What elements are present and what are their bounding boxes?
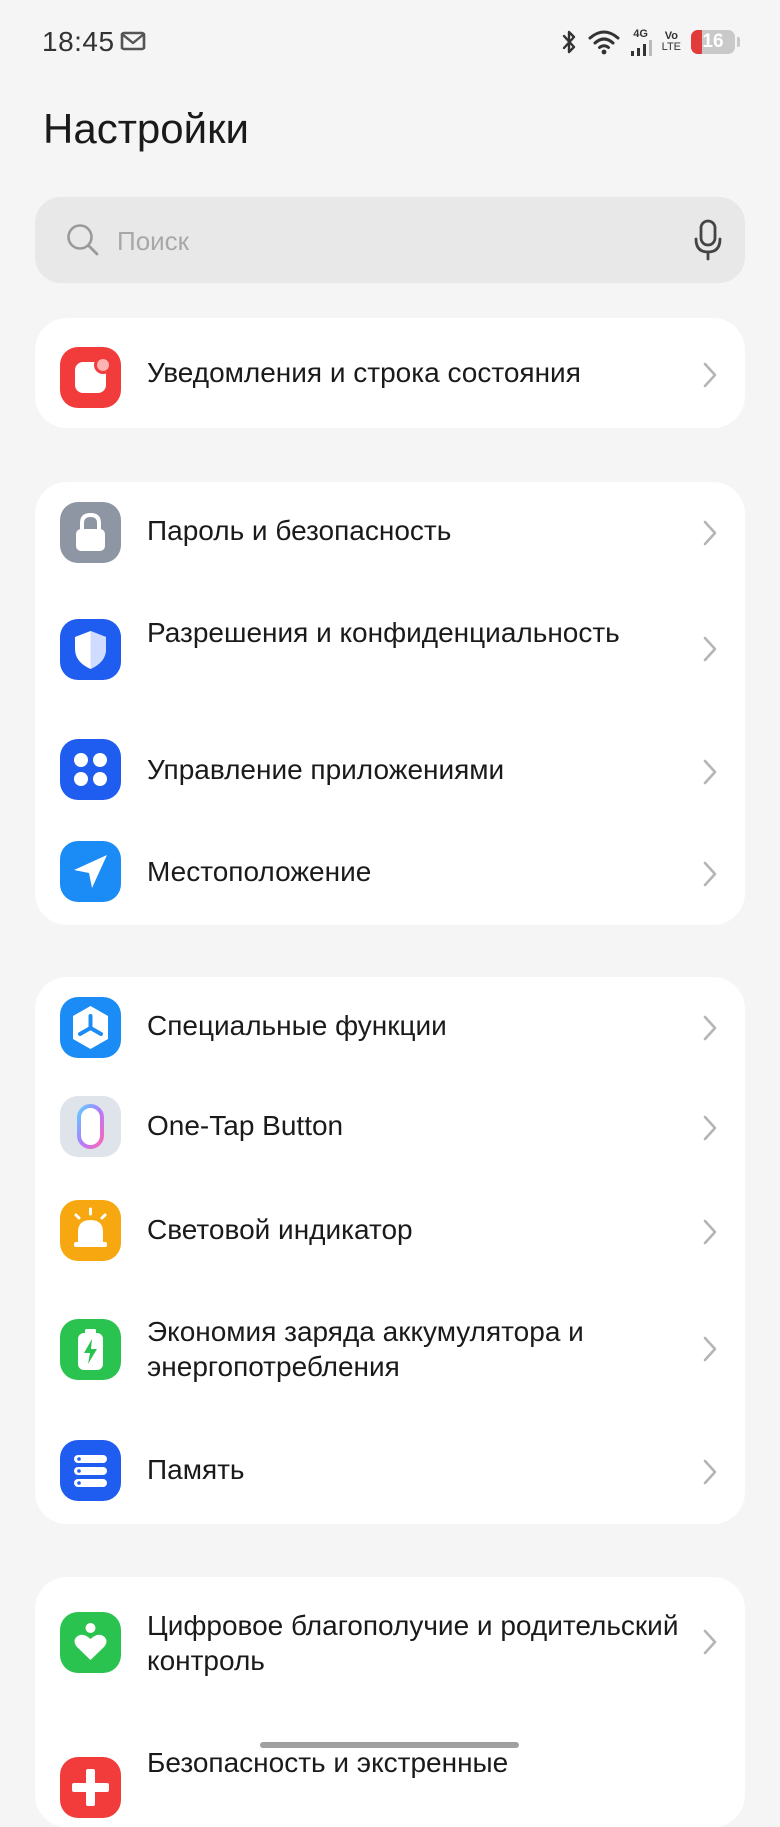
lock-icon xyxy=(60,502,121,563)
status-bar: 18:45 4G Vo LTE 16 xyxy=(0,0,780,84)
settings-item-label: Специальные функции xyxy=(147,1010,447,1041)
chevron-right-icon xyxy=(700,1627,720,1657)
settings-item-indicator-light[interactable]: Световой индикатор xyxy=(35,1178,745,1282)
digital-wellbeing-icon xyxy=(60,1612,121,1673)
battery-level: 16 xyxy=(702,31,724,52)
settings-item-location[interactable]: Местоположение xyxy=(35,819,745,925)
volte-label-bottom: LTE xyxy=(661,41,681,53)
settings-item-label: One-Tap Button xyxy=(147,1110,344,1141)
settings-group-security: Пароль и безопасность Разрешения и конфи… xyxy=(35,482,745,925)
settings-item-storage[interactable]: Память xyxy=(35,1417,745,1524)
settings-item-label: Управление приложениями xyxy=(147,754,505,785)
bluetooth-icon xyxy=(560,29,578,55)
settings-item-label: Световой индикатор xyxy=(147,1214,413,1245)
page-title: Настройки xyxy=(43,105,249,152)
shield-icon xyxy=(60,619,121,680)
notifications-icon xyxy=(60,347,121,408)
settings-item-digital-wellbeing[interactable]: Цифровое благополучие и родительский кон… xyxy=(35,1577,745,1717)
settings-item-label: Цифровое благополучие и родительский кон… xyxy=(147,1610,679,1676)
accessibility-icon xyxy=(60,997,121,1058)
settings-item-apps[interactable]: Управление приложениями xyxy=(35,719,745,819)
settings-group-notifications: Уведомления и строка состояния xyxy=(35,318,745,428)
battery-saver-icon xyxy=(60,1319,121,1380)
chevron-right-icon xyxy=(700,360,720,390)
apps-grid-icon xyxy=(60,739,121,800)
chevron-right-icon xyxy=(700,518,720,548)
settings-item-label: Уведомления и строка состояния xyxy=(147,357,581,388)
chevron-right-icon xyxy=(700,757,720,787)
wifi-icon xyxy=(588,29,620,55)
settings-item-permissions[interactable]: Разрешения и конфиденциальность xyxy=(35,579,745,719)
indicator-light-icon xyxy=(60,1200,121,1261)
settings-group-wellbeing: Цифровое благополучие и родительский кон… xyxy=(35,1577,745,1827)
chevron-right-icon xyxy=(700,1334,720,1364)
mail-notification-icon xyxy=(120,31,146,51)
settings-item-label: Безопасность и экстренные xyxy=(147,1747,509,1778)
settings-group-features: Специальные функции One-Tap Button Свето… xyxy=(35,977,745,1524)
settings-item-emergency[interactable]: Безопасность и экстренные xyxy=(35,1717,745,1827)
settings-item-label: Экономия заряда аккумулятора и энергопот… xyxy=(147,1316,584,1382)
chevron-right-icon xyxy=(700,1013,720,1043)
location-arrow-icon xyxy=(60,841,121,902)
chevron-right-icon xyxy=(700,1457,720,1487)
chevron-right-icon xyxy=(700,859,720,889)
settings-item-label: Память xyxy=(147,1454,245,1485)
cellular-signal-icon: 4G xyxy=(630,27,652,56)
chevron-right-icon xyxy=(700,1217,720,1247)
settings-item-accessibility[interactable]: Специальные функции xyxy=(35,977,745,1074)
search-bar[interactable] xyxy=(35,197,745,283)
settings-item-one-tap-button[interactable]: One-Tap Button xyxy=(35,1074,745,1178)
battery-tip xyxy=(737,37,740,47)
microphone-icon[interactable] xyxy=(693,219,723,266)
search-input[interactable] xyxy=(115,217,659,265)
chevron-right-icon xyxy=(700,1113,720,1143)
settings-item-battery[interactable]: Экономия заряда аккумулятора и энергопот… xyxy=(35,1282,745,1417)
battery-icon: 16 xyxy=(691,30,735,54)
search-icon xyxy=(65,222,101,263)
battery-indicator: 16 xyxy=(691,30,740,54)
settings-item-password[interactable]: Пароль и безопасность xyxy=(35,482,745,579)
status-time: 18:45 xyxy=(42,26,115,57)
settings-item-label: Местоположение xyxy=(147,856,372,887)
network-type-label: 4G xyxy=(633,27,648,40)
volte-icon: Vo LTE xyxy=(662,31,681,53)
settings-item-label: Пароль и безопасность xyxy=(147,515,452,546)
emergency-icon xyxy=(60,1757,121,1818)
one-tap-button-icon xyxy=(60,1096,121,1157)
settings-item-label: Разрешения и конфиденциальность xyxy=(147,617,620,648)
storage-icon xyxy=(60,1440,121,1501)
settings-item-notifications[interactable]: Уведомления и строка состояния xyxy=(35,318,745,428)
chevron-right-icon xyxy=(700,634,720,664)
home-indicator[interactable] xyxy=(260,1742,519,1748)
